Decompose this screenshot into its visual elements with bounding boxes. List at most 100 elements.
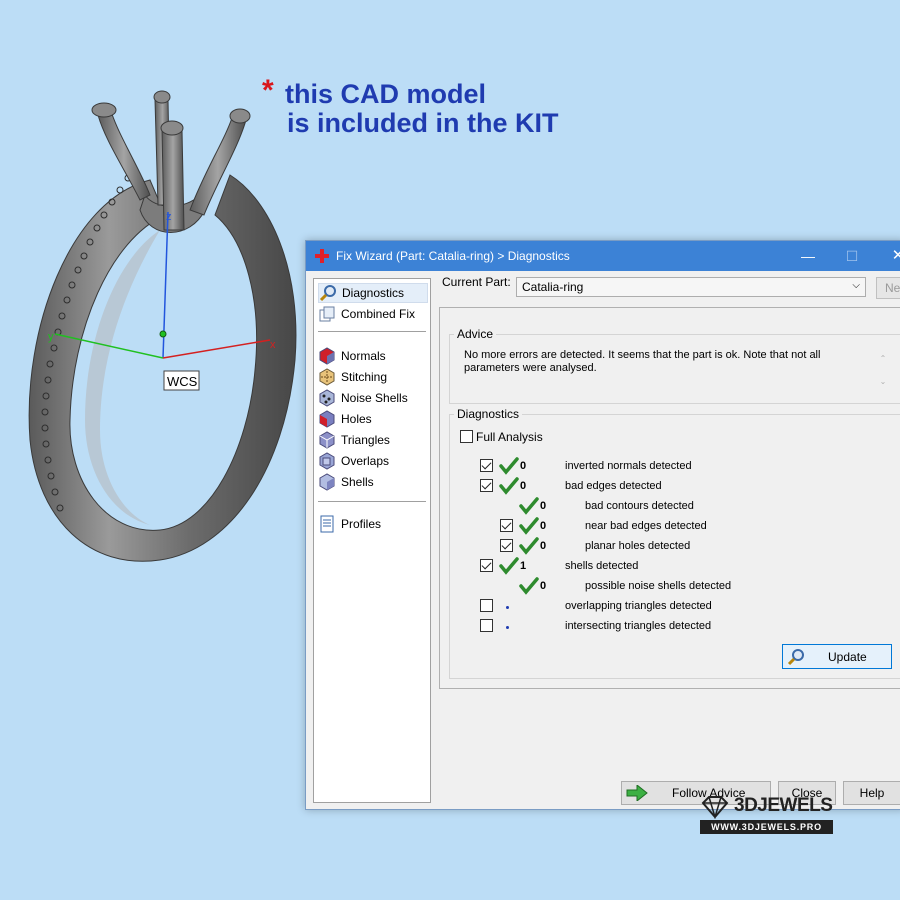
scroll-up-icon[interactable]: ⌃ bbox=[876, 347, 890, 370]
diag-checkbox[interactable] bbox=[480, 599, 493, 612]
diag-label: planar holes detected bbox=[585, 540, 691, 552]
diag-label: near bad edges detected bbox=[585, 520, 707, 532]
green-check-icon bbox=[519, 537, 539, 555]
diag-label: bad contours detected bbox=[585, 500, 694, 512]
diag-count: 0 bbox=[520, 480, 527, 492]
diag-count: 0 bbox=[540, 540, 547, 552]
nav-item-label: Diagnostics bbox=[342, 286, 405, 300]
full-analysis-checkbox[interactable] bbox=[460, 430, 473, 443]
chevron-down-icon: ⌵ bbox=[852, 280, 860, 291]
green-arrow-icon bbox=[626, 785, 648, 801]
pending-dot-icon bbox=[506, 606, 509, 609]
triangles-icon bbox=[319, 431, 335, 449]
magnifier-icon bbox=[319, 285, 336, 302]
green-check-icon bbox=[499, 457, 519, 475]
y-axis-label: y bbox=[48, 331, 54, 343]
diagnostics-panel: Advice No more errors are detected. It s… bbox=[439, 307, 900, 689]
shells-icon bbox=[319, 473, 335, 491]
wizard-nav-panel: Diagnostics Combined Fix Normals Stitchi… bbox=[313, 278, 431, 803]
minimize-button[interactable]: — bbox=[796, 245, 820, 267]
diag-label: possible noise shells detected bbox=[585, 580, 732, 592]
stitching-icon bbox=[319, 368, 335, 386]
diag-checkbox[interactable] bbox=[480, 459, 493, 472]
advice-group: Advice No more errors are detected. It s… bbox=[449, 327, 900, 404]
current-part-select[interactable]: Catalia-ring ⌵ bbox=[516, 277, 866, 297]
diagnostics-title: Diagnostics bbox=[454, 407, 523, 421]
diag-checkbox[interactable] bbox=[480, 479, 493, 492]
diag-checkbox[interactable] bbox=[500, 539, 513, 552]
nav-item-label: Noise Shells bbox=[341, 391, 408, 405]
help-button-label: Help bbox=[859, 786, 885, 800]
nav-item-label: Triangles bbox=[341, 433, 390, 447]
help-button[interactable]: Help bbox=[843, 781, 900, 805]
normals-icon bbox=[319, 347, 335, 365]
profiles-icon bbox=[320, 515, 334, 533]
magnifier-icon bbox=[787, 649, 804, 666]
green-check-icon bbox=[519, 517, 539, 535]
diag-label: intersecting triangles detected bbox=[565, 620, 712, 632]
update-button-label: Update bbox=[828, 650, 867, 664]
promo-line-2: is included in the KIT bbox=[287, 108, 559, 138]
diag-label: shells detected bbox=[565, 560, 639, 572]
nav-item-label: Holes bbox=[341, 412, 372, 426]
nav-item-stitching[interactable]: Stitching bbox=[318, 367, 393, 387]
nav-separator bbox=[318, 331, 426, 332]
holes-icon bbox=[319, 410, 335, 428]
noise-shells-icon bbox=[319, 389, 335, 407]
nav-item-combined-fix[interactable]: Combined Fix bbox=[318, 304, 421, 324]
nav-item-label: Profiles bbox=[341, 517, 382, 531]
green-check-icon bbox=[519, 577, 539, 595]
nav-item-label: Overlaps bbox=[341, 454, 390, 468]
advice-title: Advice bbox=[454, 327, 497, 341]
nav-item-diagnostics[interactable]: Diagnostics bbox=[318, 283, 428, 303]
diag-count: 0 bbox=[520, 460, 527, 472]
diag-count: 1 bbox=[520, 560, 527, 572]
advice-text: No more errors are detected. It seems th… bbox=[464, 349, 821, 374]
window-title: Fix Wizard (Part: Catalia-ring) > Diagno… bbox=[336, 249, 570, 263]
current-part-label: Current Part: bbox=[442, 275, 511, 289]
next-button[interactable]: Nex bbox=[876, 277, 900, 299]
diag-count: 0 bbox=[540, 500, 547, 512]
diag-label: overlapping triangles detected bbox=[565, 600, 712, 612]
pending-dot-icon bbox=[506, 626, 509, 629]
ring-cad-model[interactable]: x y z WCS bbox=[0, 80, 320, 580]
nav-item-normals[interactable]: Normals bbox=[318, 346, 392, 366]
maximize-button[interactable]: ☐ bbox=[840, 245, 864, 267]
nav-item-noise-shells[interactable]: Noise Shells bbox=[318, 388, 414, 408]
diag-count: 0 bbox=[540, 520, 547, 532]
nav-item-label: Normals bbox=[341, 349, 386, 363]
title-bar[interactable]: Fix Wizard (Part: Catalia-ring) > Diagno… bbox=[306, 241, 900, 271]
diag-checkbox[interactable] bbox=[480, 559, 493, 572]
nav-item-holes[interactable]: Holes bbox=[318, 409, 378, 429]
diamond-logo-icon bbox=[701, 796, 729, 819]
fix-wizard-window: Fix Wizard (Part: Catalia-ring) > Diagno… bbox=[305, 240, 900, 810]
prong-1 bbox=[97, 107, 151, 201]
diag-label: bad edges detected bbox=[565, 480, 662, 492]
nav-item-label: Shells bbox=[341, 475, 374, 489]
scroll-down-icon[interactable]: ⌄ bbox=[876, 370, 890, 393]
nav-item-overlaps[interactable]: Overlaps bbox=[318, 451, 395, 471]
brand-name: 3DJEWELS bbox=[734, 795, 833, 816]
brand-url: WWW.3DJEWELS.PRO bbox=[700, 820, 833, 834]
red-cross-icon bbox=[315, 249, 329, 263]
ring-band bbox=[28, 174, 297, 562]
next-button-label: Nex bbox=[885, 281, 900, 295]
diag-checkbox[interactable] bbox=[480, 619, 493, 632]
nav-item-shells[interactable]: Shells bbox=[318, 472, 380, 492]
combined-fix-icon bbox=[319, 306, 335, 322]
advice-scrollbar[interactable]: ⌃ ⌄ bbox=[876, 347, 890, 393]
diag-label: inverted normals detected bbox=[565, 460, 692, 472]
green-check-icon bbox=[499, 477, 519, 495]
wcs-label: WCS bbox=[167, 374, 198, 389]
diagnostics-group: Diagnostics Full Analysis 0 inverted nor… bbox=[449, 407, 900, 679]
close-window-button[interactable]: ✕ bbox=[886, 245, 900, 267]
nav-item-triangles[interactable]: Triangles bbox=[318, 430, 396, 450]
green-check-icon bbox=[519, 497, 539, 515]
nav-item-label: Combined Fix bbox=[341, 307, 416, 321]
current-part-value: Catalia-ring bbox=[522, 280, 584, 294]
nav-item-profiles[interactable]: Profiles bbox=[318, 514, 387, 534]
x-axis-label: x bbox=[270, 339, 276, 351]
diag-checkbox[interactable] bbox=[500, 519, 513, 532]
update-button[interactable]: Update bbox=[782, 644, 892, 669]
x-axis bbox=[162, 339, 271, 359]
